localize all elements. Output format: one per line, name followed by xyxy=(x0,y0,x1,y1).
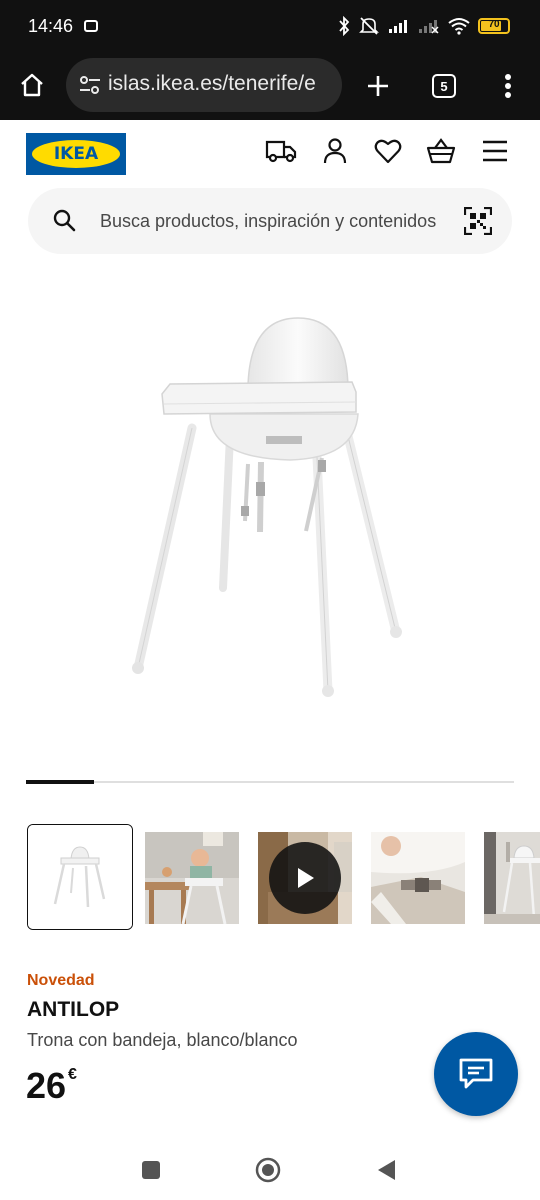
status-time: 14:46 xyxy=(28,16,74,36)
favourites-button[interactable] xyxy=(371,134,405,168)
product-price: 26 € xyxy=(26,1064,77,1108)
square-icon xyxy=(142,1161,160,1179)
home-button[interactable] xyxy=(14,67,50,103)
system-nav-bar xyxy=(0,1136,540,1200)
thumbnail-video[interactable] xyxy=(258,832,352,924)
search-icon xyxy=(52,208,78,238)
url-text[interactable]: islas.ikea.es/tenerife/e xyxy=(108,72,336,96)
browser-toolbar: islas.ikea.es/tenerife/e 5 xyxy=(0,54,540,120)
site-settings-icon[interactable] xyxy=(78,74,102,100)
thumbnail-strip xyxy=(0,824,540,932)
search-bar[interactable] xyxy=(28,188,512,254)
chat-button[interactable] xyxy=(434,1032,518,1116)
product-main-image[interactable] xyxy=(60,296,480,752)
address-bar[interactable]: islas.ikea.es/tenerife/e xyxy=(66,58,342,112)
user-icon xyxy=(323,138,347,164)
price-currency: € xyxy=(68,1066,77,1083)
heart-icon xyxy=(374,139,402,164)
status-bar: 14:46 70 xyxy=(0,0,540,54)
battery-icon: 70 xyxy=(478,18,510,34)
basket-button[interactable] xyxy=(424,134,458,168)
more-vert-icon xyxy=(505,74,511,98)
recents-button[interactable] xyxy=(135,1154,167,1186)
search-input[interactable] xyxy=(100,208,440,234)
product-description: Trona con bandeja, blanco/blanco xyxy=(27,1030,298,1050)
tab-switcher-button[interactable]: 5 xyxy=(428,70,460,102)
mute-icon xyxy=(358,16,380,36)
qr-scan-icon[interactable] xyxy=(463,206,493,239)
thumbnail-5[interactable] xyxy=(484,832,540,924)
status-icons: 70 xyxy=(338,14,510,38)
thumbnail-1[interactable] xyxy=(27,824,133,930)
account-button[interactable] xyxy=(318,134,352,168)
gallery-progress-fill xyxy=(26,780,95,784)
tab-count: 5 xyxy=(432,74,456,98)
home-icon xyxy=(21,73,43,97)
site-header: IKEA xyxy=(0,120,540,184)
highchair-illustration xyxy=(132,317,402,697)
notification-icon xyxy=(84,20,98,32)
basket-icon xyxy=(426,138,456,164)
product-name: ANTILOP xyxy=(27,998,120,1021)
thumbnail-4[interactable] xyxy=(371,832,465,924)
thumbnail-image xyxy=(484,832,540,924)
play-icon xyxy=(298,868,314,888)
delivery-button[interactable] xyxy=(264,134,298,168)
logo-oval: IKEA xyxy=(32,140,120,168)
wifi-icon xyxy=(448,17,470,35)
ikea-logo[interactable]: IKEA xyxy=(26,133,126,175)
battery-level: 70 xyxy=(488,19,500,30)
home-nav-button[interactable] xyxy=(252,1154,284,1186)
play-button[interactable] xyxy=(269,842,341,914)
logo-text: IKEA xyxy=(53,144,99,164)
back-button[interactable] xyxy=(370,1154,402,1186)
bluetooth-icon xyxy=(338,16,350,36)
browser-menu-button[interactable] xyxy=(494,70,522,102)
thumbnail-2[interactable] xyxy=(145,832,239,924)
plus-icon xyxy=(368,76,388,96)
back-triangle-icon xyxy=(378,1160,395,1180)
thumbnail-image xyxy=(28,825,132,929)
new-tab-button[interactable] xyxy=(358,66,398,106)
menu-button[interactable] xyxy=(478,134,512,168)
chat-icon xyxy=(459,1058,493,1089)
signal-icon xyxy=(388,18,410,34)
menu-icon xyxy=(483,140,507,162)
price-integer: 26 xyxy=(26,1065,67,1106)
truck-icon xyxy=(265,140,297,163)
new-badge: Novedad xyxy=(27,972,95,989)
gallery-progress xyxy=(26,780,514,784)
thumbnail-image xyxy=(145,832,239,924)
circle-icon xyxy=(255,1157,281,1183)
signal-2-icon xyxy=(418,18,440,34)
thumbnail-image xyxy=(371,832,465,924)
